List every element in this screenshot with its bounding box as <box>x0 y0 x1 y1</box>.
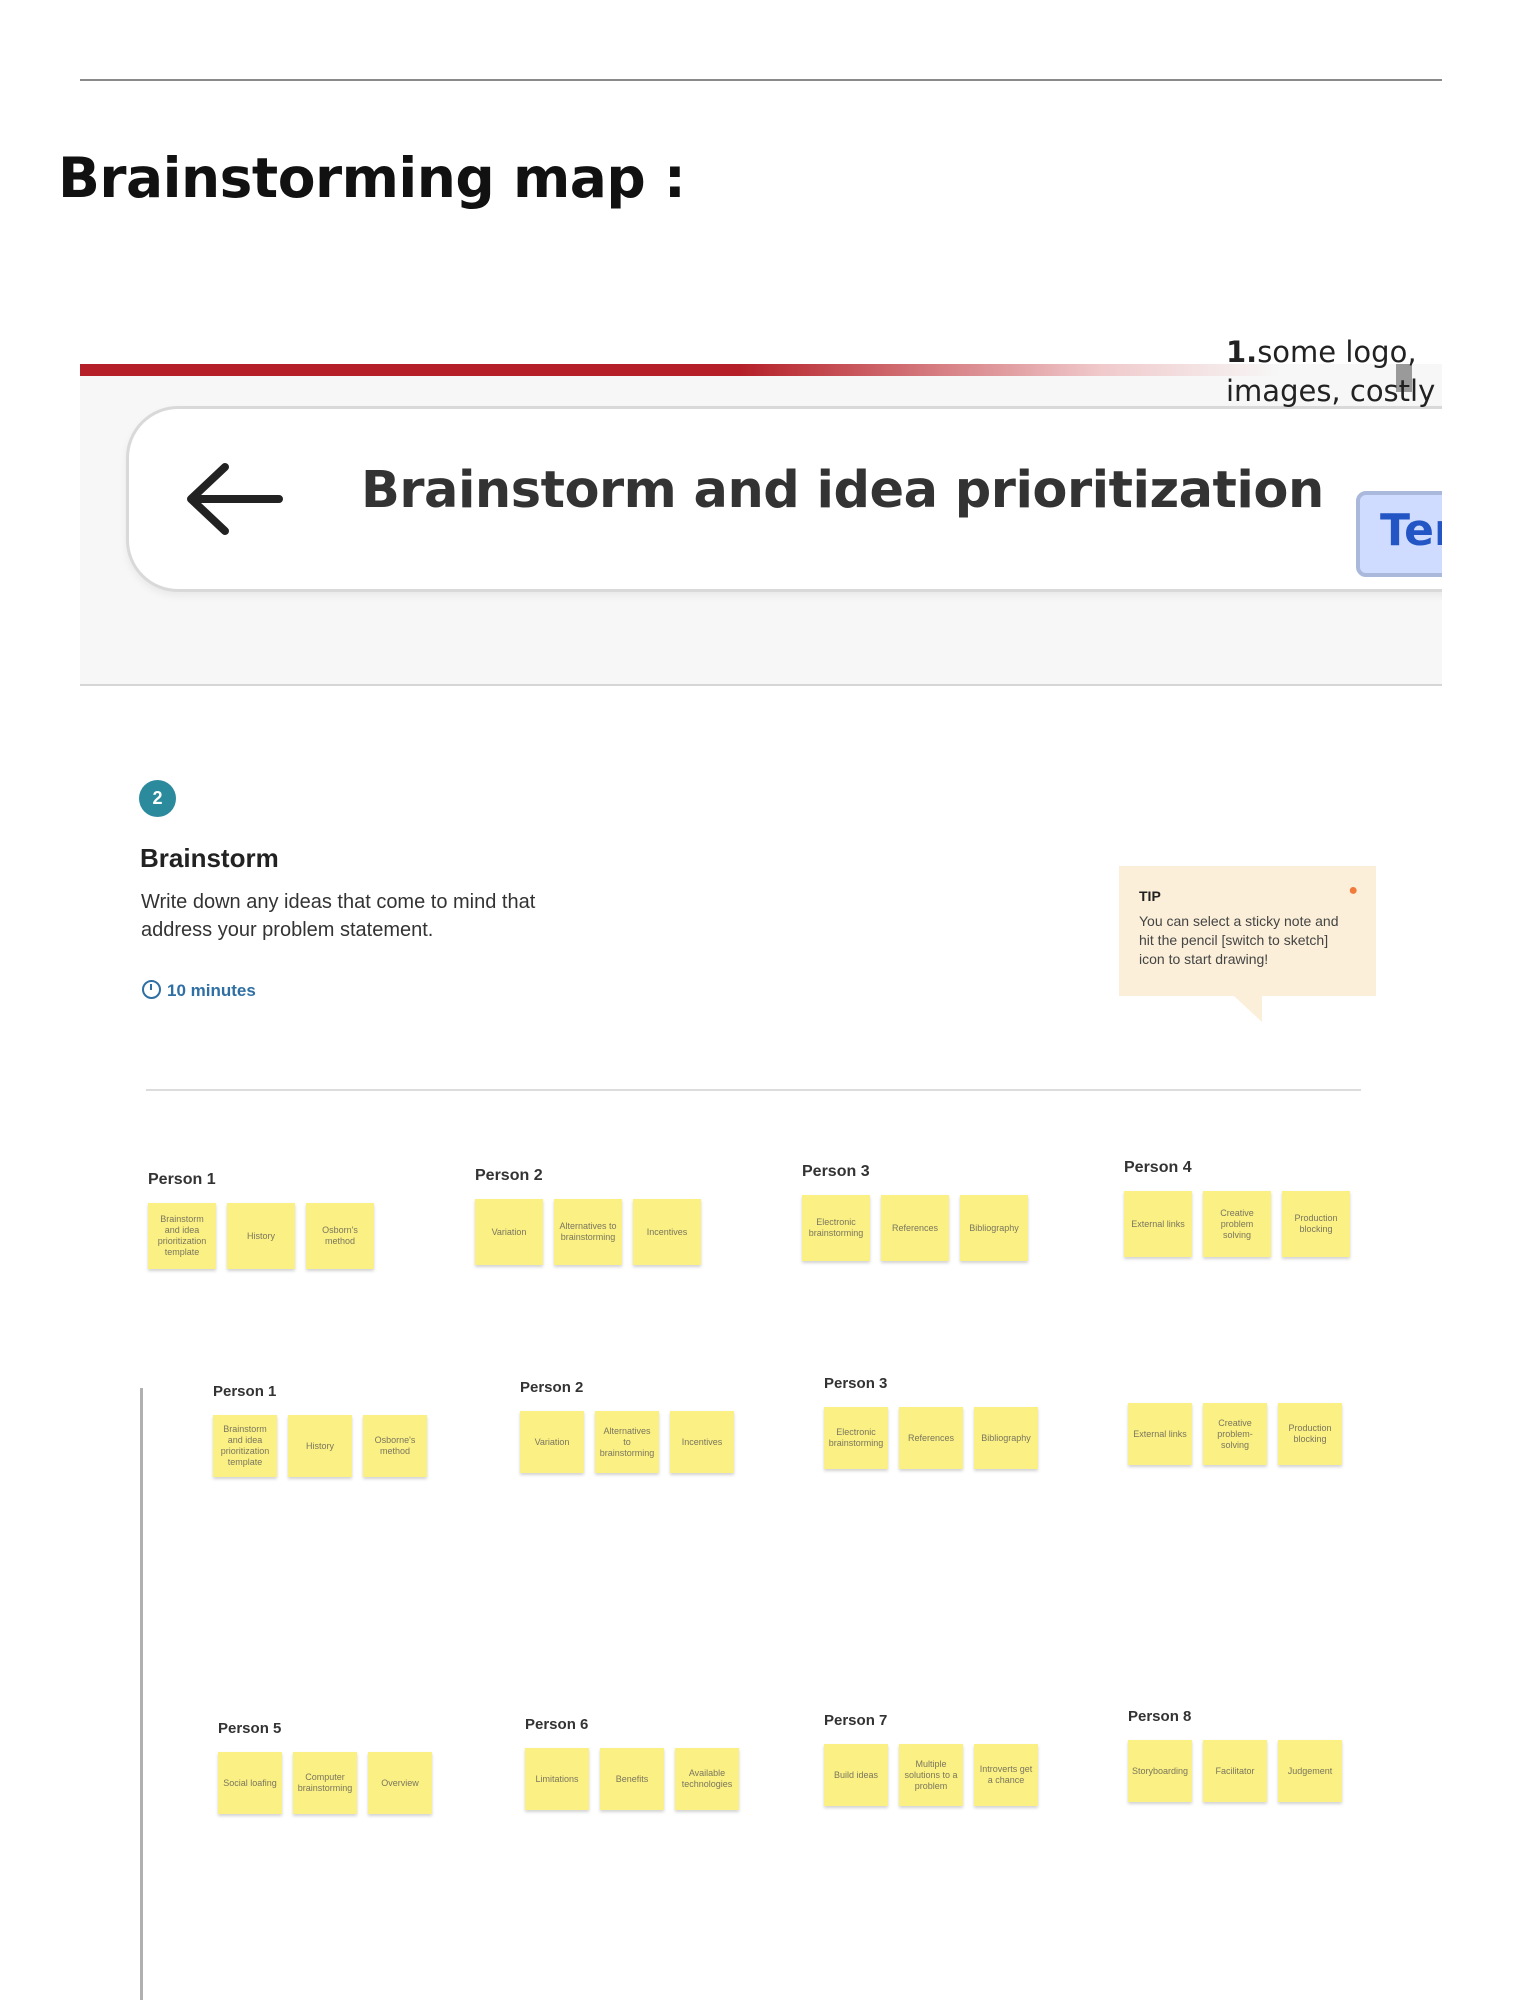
sticky-note[interactable]: Alternatives to brainstorming <box>595 1411 659 1473</box>
side-note-number: 1. <box>1226 335 1258 369</box>
section-divider <box>146 1089 1361 1091</box>
person-group: Person 5 Social loafing Computer brainstor… <box>218 1720 432 1814</box>
back-arrow-icon[interactable] <box>179 459 289 539</box>
sticky-note[interactable]: Brainstorm and idea prioritization templ… <box>213 1415 277 1477</box>
sticky-note[interactable]: External links <box>1124 1191 1192 1257</box>
sticky-note[interactable]: Electronic brainstorming <box>802 1195 870 1261</box>
sticky-note[interactable]: Facilitator <box>1203 1740 1267 1802</box>
sticky-note[interactable]: Multiple solutions to a problem <box>899 1744 963 1806</box>
sticky-note[interactable]: Benefits <box>600 1748 664 1810</box>
sticky-note[interactable]: External links <box>1128 1403 1192 1465</box>
person-group: Person 1 Brainstorm and idea prioritizati… <box>213 1383 427 1477</box>
sticky-note[interactable]: Osborne's method <box>363 1415 427 1477</box>
sticky-note-row: Electronic brainstorming References Biblio… <box>824 1407 1038 1469</box>
sticky-note[interactable]: Brainstorm and idea prioritization templ… <box>148 1203 216 1269</box>
board-frame-edge <box>140 1388 143 2000</box>
person-group: Person 4 External links Creative problem s… <box>1124 1159 1350 1257</box>
person-group: Person 2 Variation Alternatives to brainst… <box>520 1379 734 1473</box>
sticky-note[interactable]: Available technologies <box>675 1748 739 1810</box>
person-label: Person 4 <box>1124 1159 1192 1176</box>
sticky-note[interactable]: References <box>881 1195 949 1261</box>
sticky-note-row: Variation Alternatives to brainstorming In… <box>475 1199 701 1265</box>
side-note-text: some logo, images, costly <box>1226 335 1436 408</box>
sticky-note[interactable]: Alternatives to brainstorming <box>554 1199 622 1265</box>
sticky-note[interactable]: Bibliography <box>974 1407 1038 1469</box>
sticky-note-row: Limitations Benefits Available technologie… <box>525 1748 739 1810</box>
person-group: External links Creative problem-solving Pr… <box>1128 1371 1342 1465</box>
person-label: Person 2 <box>520 1379 584 1396</box>
sticky-note[interactable]: References <box>899 1407 963 1469</box>
person-label: Person 6 <box>525 1716 589 1733</box>
sticky-note[interactable]: Variation <box>520 1411 584 1473</box>
person-label: Person 3 <box>824 1375 888 1392</box>
person-group: Person 1 Brainstorm and idea prioritizati… <box>148 1171 374 1269</box>
person-group: Person 3 Electronic brainstorming Referenc… <box>824 1375 1038 1469</box>
template-title: Brainstorm and idea prioritization <box>361 461 1324 520</box>
sticky-note-row: Social loafing Computer brainstorming Over… <box>218 1752 432 1814</box>
sticky-note[interactable]: Incentives <box>633 1199 701 1265</box>
timer: 10 minutes <box>142 980 256 1001</box>
sticky-note[interactable]: Limitations <box>525 1748 589 1810</box>
sticky-note-row: Brainstorm and idea prioritization templ… <box>213 1415 427 1477</box>
sticky-note[interactable]: Judgement <box>1278 1740 1342 1802</box>
person-label <box>1128 1371 1342 1391</box>
side-note: 1.some logo, images, costly <box>1226 333 1516 411</box>
tip-label: TIP <box>1139 888 1161 904</box>
lightbulb-icon: ● <box>1348 882 1358 899</box>
stopwatch-icon <box>142 980 161 999</box>
timer-label: 10 minutes <box>167 981 256 1000</box>
sticky-note[interactable]: History <box>288 1415 352 1477</box>
person-label: Person 3 <box>802 1163 870 1180</box>
tip-callout: ● TIP You can select a sticky note and h… <box>1119 866 1376 1022</box>
person-group: Person 6 Limitations Benefits Available tec… <box>525 1716 739 1810</box>
sticky-note[interactable]: History <box>227 1203 295 1269</box>
template-title-bar: Brainstorm and idea prioritization Temp <box>126 406 1442 592</box>
sticky-note[interactable]: Creative problem-solving <box>1203 1403 1267 1465</box>
sticky-note[interactable]: Creative problem solving <box>1203 1191 1271 1257</box>
sticky-note[interactable]: Incentives <box>670 1411 734 1473</box>
accent-bar <box>80 364 1280 376</box>
sticky-note[interactable]: Variation <box>475 1199 543 1265</box>
sticky-note-row: Build ideas Multiple solutions to a probl… <box>824 1744 1038 1806</box>
sticky-note[interactable]: Electronic brainstorming <box>824 1407 888 1469</box>
template-button-label: Temp <box>1380 505 1442 556</box>
sticky-note[interactable]: Build ideas <box>824 1744 888 1806</box>
sticky-note-row: External links Creative problem solving Pr… <box>1124 1191 1350 1257</box>
sticky-note[interactable]: Osborn's method <box>306 1203 374 1269</box>
person-group: Person 3 Electronic brainstorming Referenc… <box>802 1163 1028 1261</box>
sticky-note-row: Electronic brainstorming References Biblio… <box>802 1195 1028 1261</box>
step-description: Write down any ideas that come to mind t… <box>141 891 536 941</box>
person-label: Person 7 <box>824 1712 888 1729</box>
sticky-note[interactable]: Production blocking <box>1278 1403 1342 1465</box>
person-group: Person 2 Variation Alternatives to brainst… <box>475 1167 701 1265</box>
sticky-note[interactable]: Computer brainstorming <box>293 1752 357 1814</box>
sticky-note[interactable]: Storyboarding <box>1128 1740 1192 1802</box>
template-button[interactable]: Temp <box>1356 491 1442 577</box>
sticky-note[interactable]: Bibliography <box>960 1195 1028 1261</box>
sticky-note[interactable]: Introverts get a chance <box>974 1744 1038 1806</box>
sticky-note-row: Brainstorm and idea prioritization templ… <box>148 1203 374 1269</box>
sticky-note-row: Variation Alternatives to brainstorming In… <box>520 1411 734 1473</box>
template-header-screenshot: Brainstorm and idea prioritization Temp <box>80 364 1442 686</box>
step-number-badge: 2 <box>139 780 176 817</box>
person-group: Person 8 Storyboarding Facilitator Judgemen… <box>1128 1708 1342 1802</box>
person-label: Person 1 <box>148 1171 216 1188</box>
sticky-note-row: External links Creative problem-solving Pr… <box>1128 1403 1342 1465</box>
sticky-note-row: Storyboarding Facilitator Judgement <box>1128 1740 1342 1802</box>
person-label: Person 5 <box>218 1720 282 1737</box>
person-label: Person 2 <box>475 1167 543 1184</box>
top-divider <box>80 79 1442 81</box>
tip-text: You can select a sticky note and hit the… <box>1139 913 1339 967</box>
step-title: Brainstorm <box>140 843 279 873</box>
person-group: Person 7 Build ideas Multiple solutions to… <box>824 1712 1038 1806</box>
person-label: Person 8 <box>1128 1708 1192 1725</box>
sticky-note[interactable]: Production blocking <box>1282 1191 1350 1257</box>
person-label: Person 1 <box>213 1383 277 1400</box>
sticky-note[interactable]: Social loafing <box>218 1752 282 1814</box>
sticky-note[interactable]: Overview <box>368 1752 432 1814</box>
page-title: Brainstorming map : <box>58 146 686 210</box>
